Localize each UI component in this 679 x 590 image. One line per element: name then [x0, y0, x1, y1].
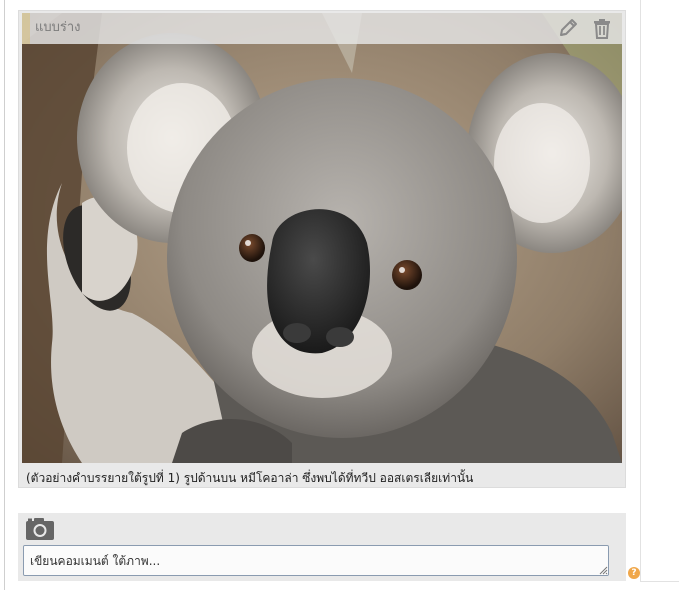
resize-grip-icon[interactable]: [598, 565, 608, 575]
delete-button[interactable]: [590, 16, 614, 40]
camera-icon: [26, 518, 54, 540]
pencil-icon: [560, 19, 577, 36]
draft-toolbar: แบบร่าง: [22, 13, 622, 44]
trash-icon: [594, 19, 610, 39]
question-icon[interactable]: ?: [628, 567, 640, 579]
camera-button[interactable]: [25, 517, 55, 541]
page-left-rule: [4, 0, 5, 590]
draft-status-label: แบบร่าง: [35, 20, 81, 35]
page-right-rule: [640, 0, 641, 582]
image-card: แบบร่าง (ตัวอย่างคำบรรยายใต้รูปที่ 1) รู…: [18, 10, 626, 488]
koala-photo: แบบร่าง: [22, 13, 622, 463]
image-caption: (ตัวอย่างคำบรรยายใต้รูปที่ 1) รูปด้านบน …: [26, 471, 474, 485]
draft-status-marker: [22, 13, 30, 44]
comment-box: [18, 513, 626, 581]
comment-input[interactable]: [23, 545, 609, 576]
koala-illustration: [22, 13, 622, 463]
page-bottom-rule: [640, 581, 679, 582]
edit-button[interactable]: [556, 16, 580, 40]
